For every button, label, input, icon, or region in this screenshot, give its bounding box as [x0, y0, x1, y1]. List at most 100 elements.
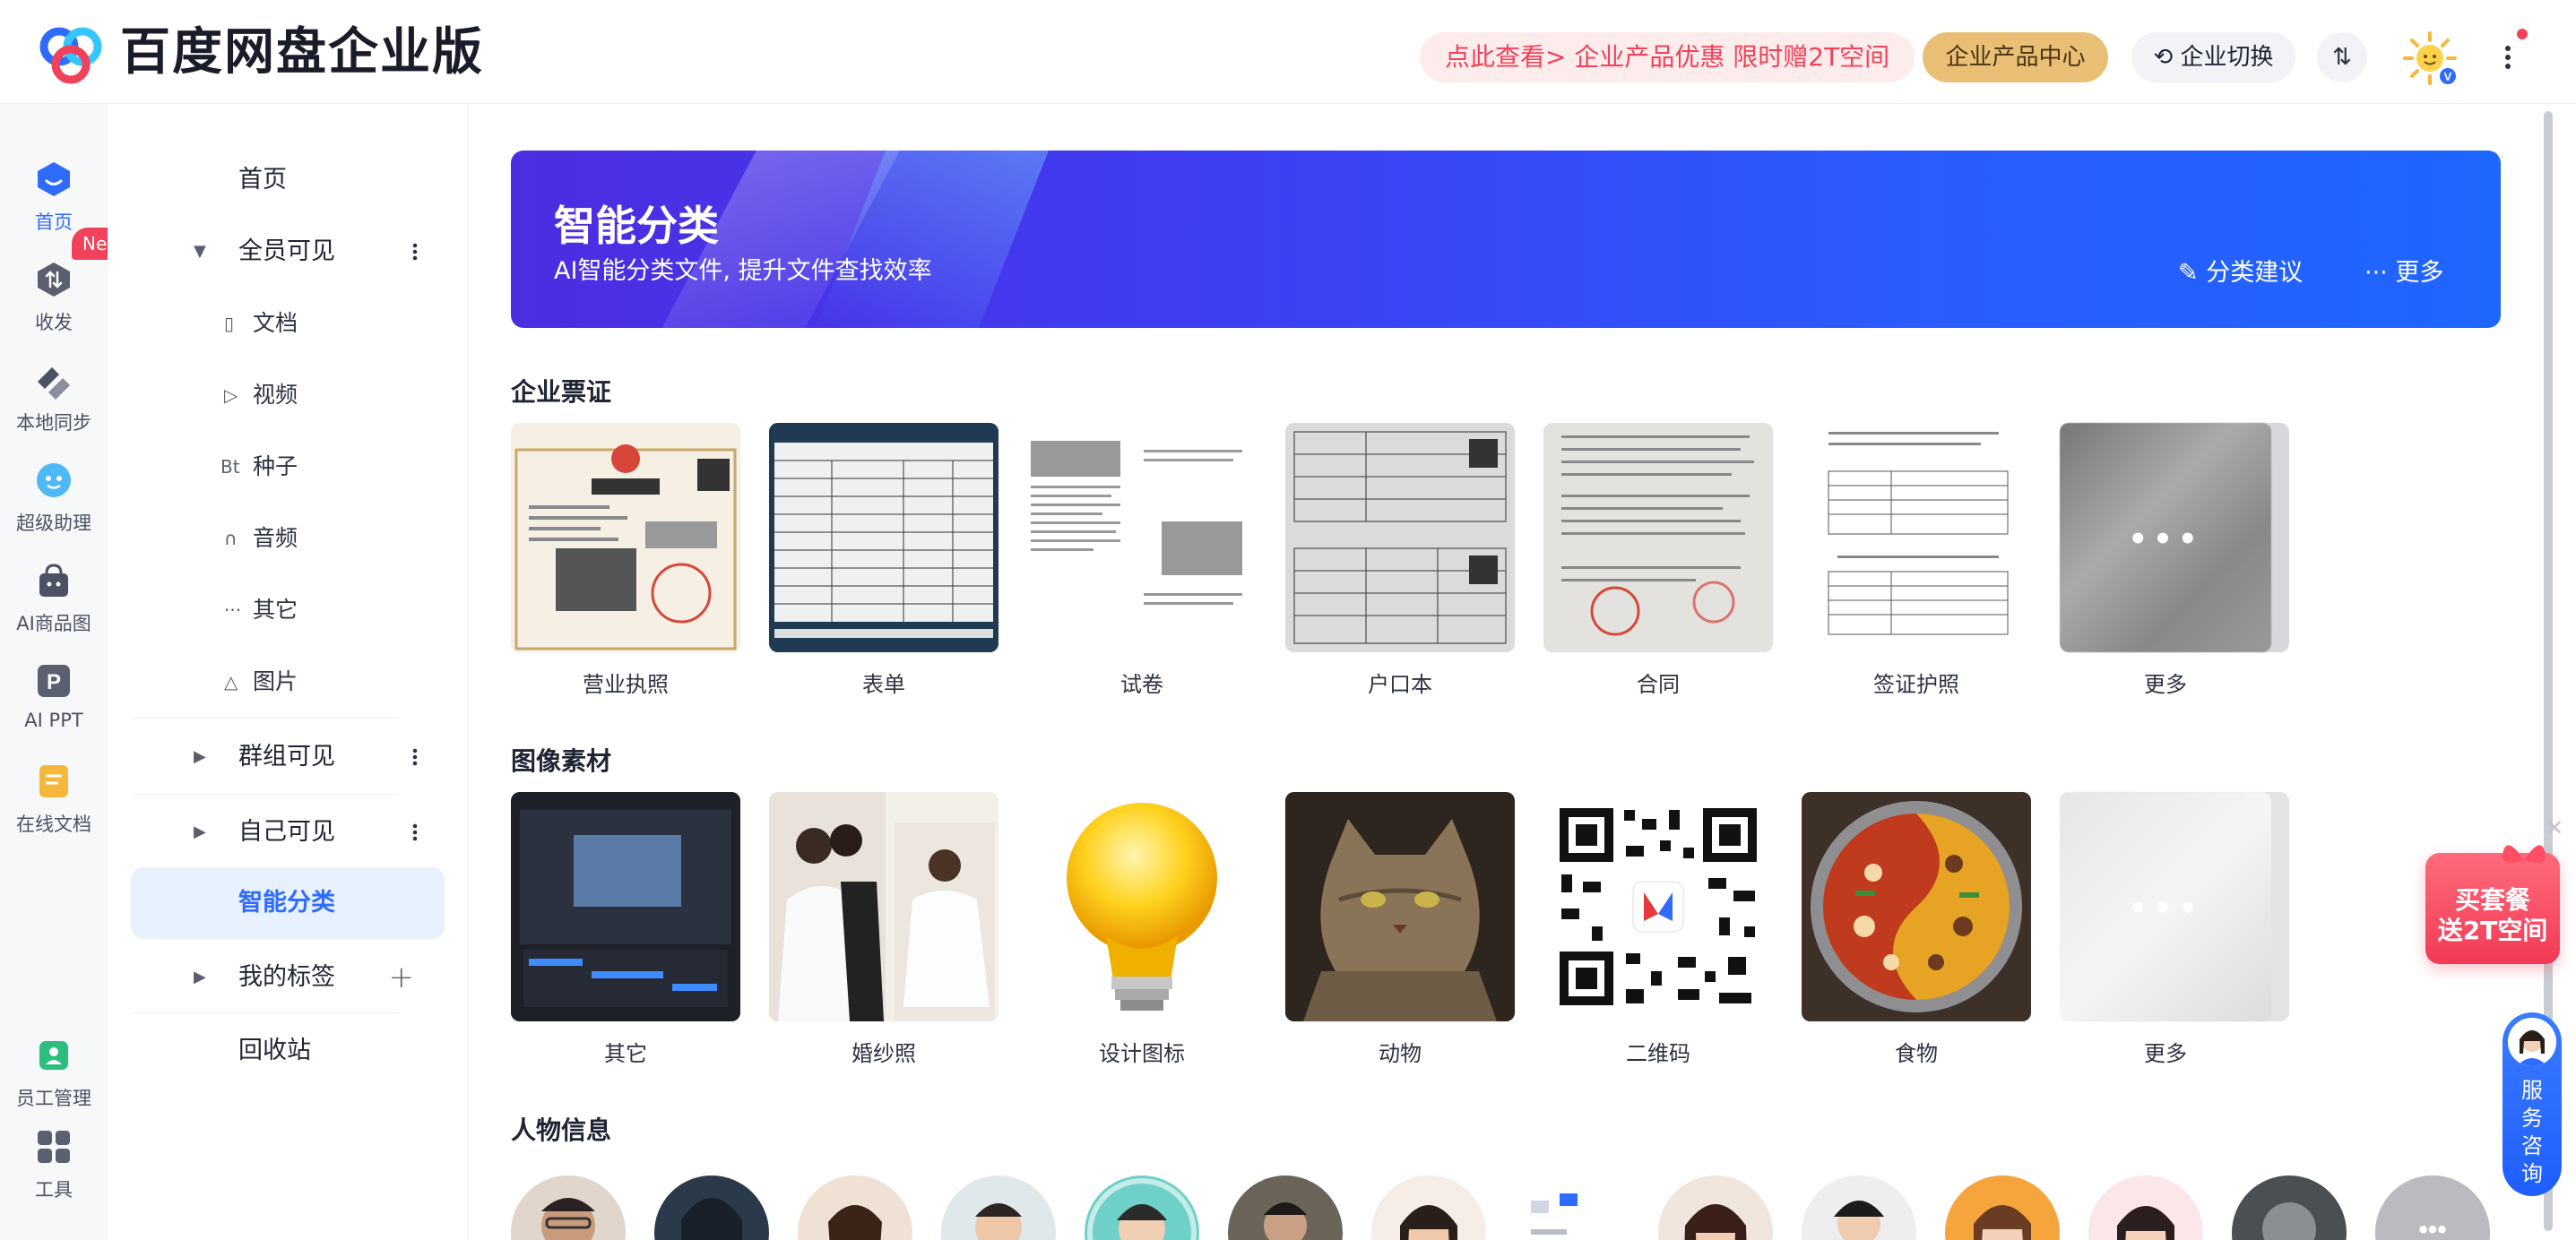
category-suggestion-button[interactable]: ✎ 分类建议 — [2178, 253, 2303, 288]
category-tile-more[interactable]: ••• 更多 — [2060, 423, 2289, 698]
tree-item-my-tags[interactable]: ▶ 我的标签 + — [131, 950, 445, 1005]
enterprise-switch-button[interactable]: ⟲ 企业切换 — [2131, 32, 2295, 82]
category-tile[interactable]: 婚纱照 — [769, 792, 998, 1067]
rail-item-staff[interactable]: 员工管理 — [0, 1036, 108, 1111]
customer-service-button[interactable]: 服务咨询 — [2503, 1012, 2562, 1196]
caret-right-icon[interactable]: ▶ — [194, 950, 206, 1005]
more-menu-icon[interactable] — [2494, 39, 2521, 75]
person-avatar[interactable] — [941, 1175, 1056, 1240]
tile-thumbnail — [1027, 792, 1257, 1021]
category-tile-more[interactable]: ••• 更多 — [2060, 792, 2289, 1067]
tree-item-group-visible[interactable]: ▶ 群组可见 — [131, 729, 445, 785]
promo-gift-widget[interactable]: 买套餐 送2T空间 ✕ — [2420, 815, 2563, 968]
add-tag-icon[interactable]: + — [389, 950, 415, 1005]
transfer-list-button[interactable]: ⇅ — [2317, 32, 2367, 82]
tree-item-video[interactable]: ▷ 视频 — [131, 367, 445, 423]
rail-item-assistant[interactable]: 超级助理 — [0, 461, 108, 536]
sync-icon — [38, 367, 70, 400]
tree-label-video: 视频 — [253, 382, 298, 408]
category-tile[interactable]: 表单 — [769, 423, 998, 698]
category-tile[interactable]: 试卷 — [1027, 423, 1257, 698]
tile-thumbnail: ••• — [2060, 792, 2289, 1021]
tree-item-audio[interactable]: ∩ 音频 — [131, 511, 445, 566]
more-people-image: ••• — [2375, 1175, 2490, 1240]
ellipsis-icon: ••• — [2128, 891, 2203, 926]
person-avatar[interactable] — [2088, 1175, 2203, 1240]
rail-label-online-doc: 在线文档 — [16, 814, 91, 835]
tree-item-home[interactable]: 首页 — [131, 152, 445, 208]
person-photo — [1371, 1175, 1486, 1240]
caret-right-icon[interactable]: ▶ — [194, 729, 206, 785]
person-avatar[interactable] — [1802, 1175, 1916, 1240]
category-tile[interactable]: 设计图标 — [1027, 792, 1257, 1067]
tile-caption: 营业执照 — [583, 672, 669, 697]
person-avatar[interactable] — [1228, 1175, 1343, 1240]
person-avatar-more[interactable]: ••• — [2375, 1175, 2490, 1240]
rail-item-ai-product[interactable]: AI商品图 — [0, 561, 108, 636]
tree-item-all-visible[interactable]: ▼ 全员可见 — [131, 224, 445, 280]
person-photo — [1945, 1175, 2060, 1240]
tree-item-other[interactable]: ··· 其它 — [131, 582, 445, 638]
close-icon[interactable]: ✕ — [2546, 815, 2563, 840]
rail-item-online-doc[interactable]: 在线文档 — [0, 762, 108, 837]
product-center-button[interactable]: 企业产品中心 — [1923, 32, 2108, 82]
tile-thumbnail — [1027, 423, 1257, 652]
user-avatar[interactable]: V — [2402, 30, 2458, 86]
category-tile[interactable]: 营业执照 — [511, 423, 740, 698]
person-avatar[interactable] — [1658, 1175, 1773, 1240]
image-icon: △ — [224, 671, 238, 693]
tile-caption: 食物 — [1895, 1041, 1938, 1066]
person-avatar[interactable] — [798, 1175, 912, 1240]
kebab-icon[interactable] — [412, 822, 418, 843]
tree-item-recycle[interactable]: 回收站 — [131, 1023, 445, 1079]
bt-icon: Bt — [220, 456, 240, 478]
kebab-icon[interactable] — [412, 746, 418, 768]
ppt-icon: P — [38, 665, 70, 697]
rail-item-ai-ppt[interactable]: P AI PPT — [0, 661, 108, 731]
tree-item-docs[interactable]: ▯ 文档 — [131, 296, 445, 351]
tree-item-self-visible[interactable]: ▶ 自己可见 — [131, 805, 445, 860]
baidu-netdisk-logo-icon[interactable] — [32, 22, 109, 84]
person-avatar[interactable] — [1945, 1175, 2060, 1240]
person-avatar[interactable] — [511, 1175, 626, 1240]
tree-label-group-visible: 群组可见 — [238, 743, 335, 771]
caret-right-icon[interactable]: ▶ — [194, 805, 206, 860]
category-tile[interactable]: 其它 — [511, 792, 740, 1067]
person-avatar[interactable] — [2232, 1175, 2347, 1240]
tile-thumbnail — [1543, 792, 1773, 1021]
person-avatar[interactable] — [1085, 1175, 1199, 1240]
person-avatar[interactable] — [654, 1175, 769, 1240]
section-title-certs: 企业票证 — [511, 377, 612, 407]
notification-dot — [2517, 29, 2528, 39]
tree-item-smart-category[interactable]: 智能分类 — [131, 867, 445, 939]
rail-label-assistant: 超级助理 — [16, 512, 91, 534]
tile-caption: 户口本 — [1368, 672, 1432, 697]
tree-item-image[interactable]: △ 图片 — [131, 654, 445, 710]
caret-down-icon[interactable]: ▼ — [194, 224, 206, 280]
promo-banner-link[interactable]: 点此查看> 企业产品优惠 限时赠2T空间 — [1420, 32, 1915, 82]
category-tile[interactable]: 二维码 — [1543, 792, 1773, 1067]
kebab-icon[interactable] — [412, 241, 418, 263]
banner-more-button[interactable]: ··· 更多 — [2364, 253, 2443, 288]
category-tile[interactable]: 合同 — [1543, 423, 1773, 698]
category-tile[interactable]: 动物 — [1285, 792, 1515, 1067]
rail-label-ai-product: AI商品图 — [16, 613, 91, 634]
rail-item-transfer[interactable]: 收发 — [0, 260, 108, 335]
svg-text:V: V — [2444, 70, 2452, 83]
rail-item-tools[interactable]: 工具 — [0, 1127, 108, 1202]
svg-text:P: P — [47, 670, 61, 694]
person-avatar[interactable] — [1371, 1175, 1486, 1240]
tree-label-seed: 种子 — [253, 453, 298, 479]
gift-text: 买套餐 送2T空间 — [2425, 885, 2560, 946]
household-register-image — [1285, 423, 1515, 652]
category-tile[interactable]: 签证护照 — [1802, 423, 2031, 698]
rail-item-sync[interactable]: 本地同步 — [0, 360, 108, 435]
person-photo — [654, 1175, 769, 1240]
rail-item-home[interactable]: 首页 — [0, 159, 108, 235]
category-tile[interactable]: 食物 — [1802, 792, 2031, 1067]
online-doc-icon — [39, 765, 68, 797]
person-avatar[interactable] — [1515, 1175, 1629, 1240]
tree-item-seed[interactable]: Bt 种子 — [131, 439, 445, 495]
divider — [131, 794, 400, 795]
category-tile[interactable]: 户口本 — [1285, 423, 1515, 698]
